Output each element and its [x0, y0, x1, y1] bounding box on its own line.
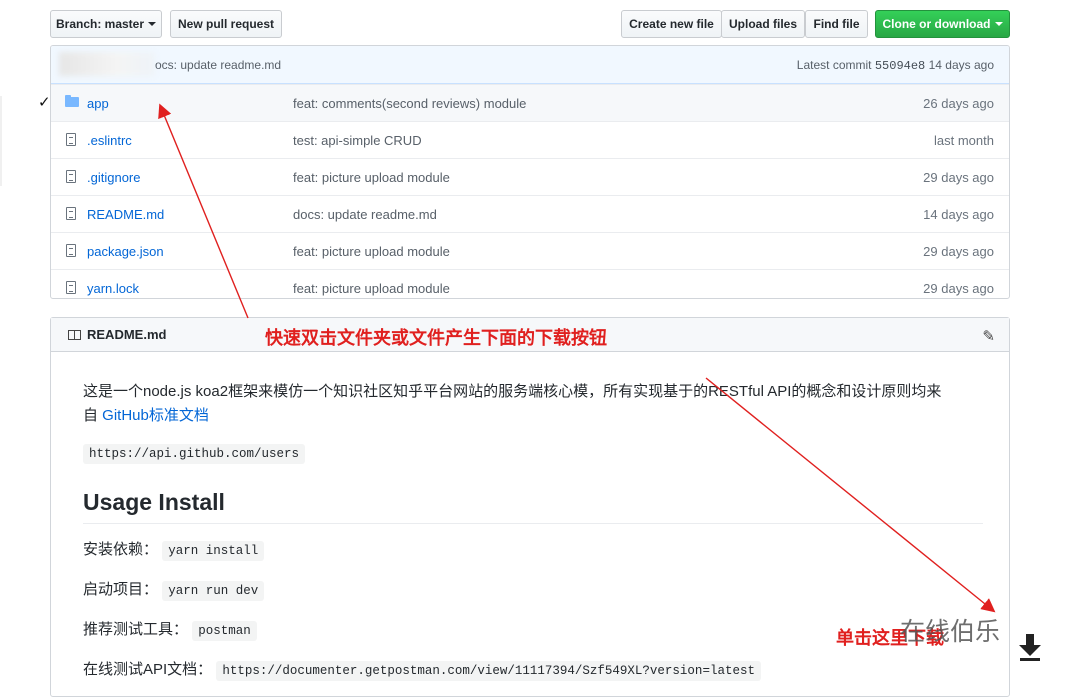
- file-name[interactable]: README.md: [87, 207, 164, 222]
- pencil-icon[interactable]: ✎: [982, 327, 995, 345]
- create-new-file-button[interactable]: Create new file: [621, 10, 722, 38]
- github-docs-link[interactable]: GitHub标准文档: [102, 407, 209, 424]
- file-icon: [66, 244, 76, 257]
- intro-paragraph: 这是一个node.js koa2框架来模仿一个知识社区知乎平台网站的服务端核心模…: [83, 380, 983, 428]
- latest-commit-bar: ocs: update readme.md Latest commit 5509…: [51, 46, 1009, 84]
- doc-line: 在线测试API文档： https://documenter.getpostman…: [83, 658, 983, 683]
- intro-prefix: 自: [83, 407, 103, 424]
- api-url-block: https://api.github.com/users: [83, 444, 983, 464]
- file-row[interactable]: yarn.lock feat: picture upload module 29…: [51, 269, 1009, 298]
- chevron-down-icon: [994, 22, 1003, 26]
- file-icon: [66, 170, 76, 183]
- usage-heading: Usage Install: [83, 489, 983, 524]
- file-name[interactable]: yarn.lock: [87, 281, 139, 296]
- file-commit-message[interactable]: feat: picture upload module: [293, 244, 450, 259]
- file-commit-message[interactable]: docs: update readme.md: [293, 207, 437, 222]
- commit-message[interactable]: ocs: update readme.md: [155, 58, 281, 72]
- install-line: 安装依赖： yarn install: [83, 538, 983, 563]
- latest-commit-prefix: Latest commit: [796, 58, 872, 72]
- file-table: ocs: update readme.md Latest commit 5509…: [50, 45, 1010, 299]
- file-age: 29 days ago: [923, 170, 994, 185]
- file-icon: [66, 133, 76, 146]
- api-url-code: https://api.github.com/users: [83, 444, 306, 464]
- file-row[interactable]: app feat: comments(second reviews) modul…: [51, 84, 1009, 121]
- file-name[interactable]: .gitignore: [87, 170, 140, 185]
- blurred-avatar: [59, 52, 155, 76]
- usage-heading-wrap: Usage Install: [83, 489, 983, 524]
- intro-text: 这是一个node.js koa2框架来模仿一个知识社区知乎平台网站的服务端核心模…: [83, 383, 942, 400]
- file-age: 26 days ago: [923, 96, 994, 111]
- file-icon: [66, 207, 76, 220]
- commit-sha[interactable]: 55094e8: [875, 59, 925, 73]
- start-line: 启动项目： yarn run dev: [83, 578, 983, 603]
- file-age: 14 days ago: [923, 207, 994, 222]
- tool-label: 推荐测试工具：: [83, 621, 189, 638]
- annotation-double-click: 快速双击文件夹或文件产生下面的下载按钮: [265, 328, 607, 349]
- watermark-text: 在线伯乐: [900, 617, 1001, 646]
- file-age: last month: [934, 133, 994, 148]
- doc-label: 在线测试API文档：: [83, 661, 213, 678]
- upload-files-button[interactable]: Upload files: [721, 10, 805, 38]
- doc-url[interactable]: https://documenter.getpostman.com/view/1…: [216, 661, 761, 681]
- file-commit-message[interactable]: test: api-simple CRUD: [293, 133, 422, 148]
- file-commit-message[interactable]: feat: picture upload module: [293, 281, 450, 296]
- find-file-button[interactable]: Find file: [805, 10, 868, 38]
- commit-age: 14 days ago: [928, 58, 994, 72]
- file-icon: [66, 281, 76, 294]
- file-name[interactable]: .eslintrc: [87, 133, 132, 148]
- chevron-down-icon: [148, 22, 157, 26]
- clone-or-download-button[interactable]: Clone or download: [875, 10, 1010, 38]
- start-command: yarn run dev: [162, 581, 265, 601]
- readme-title: README.md: [87, 327, 167, 342]
- file-commit-message[interactable]: feat: comments(second reviews) module: [293, 96, 526, 111]
- file-row[interactable]: package.json feat: picture upload module…: [51, 232, 1009, 269]
- checkmark-icon: ✓: [38, 94, 51, 111]
- file-name[interactable]: app: [87, 96, 109, 111]
- latest-commit-info: Latest commit 55094e8 14 days ago: [797, 58, 994, 73]
- file-age: 29 days ago: [923, 244, 994, 259]
- file-age: 29 days ago: [923, 281, 994, 296]
- file-row[interactable]: README.md docs: update readme.md 14 days…: [51, 195, 1009, 232]
- branch-select-button[interactable]: Branch: master: [50, 10, 162, 38]
- download-arrow-icon[interactable]: [1017, 632, 1043, 662]
- tool-value: postman: [192, 621, 257, 641]
- folder-icon: [65, 95, 79, 107]
- readme-header: README.md 快速双击文件夹或文件产生下面的下载按钮 ✎: [51, 318, 1009, 352]
- clone-label: Clone or download: [882, 17, 991, 31]
- install-label: 安装依赖：: [83, 541, 159, 558]
- start-label: 启动项目：: [83, 581, 159, 598]
- file-row[interactable]: .eslintrc test: api-simple CRUD last mon…: [51, 121, 1009, 158]
- file-commit-message[interactable]: feat: picture upload module: [293, 170, 450, 185]
- book-icon: [68, 330, 81, 340]
- edge-artifact: [0, 96, 2, 186]
- file-row[interactable]: .gitignore feat: picture upload module 2…: [51, 158, 1009, 195]
- branch-label: Branch: master: [55, 17, 145, 31]
- install-command: yarn install: [162, 541, 265, 561]
- new-pull-request-button[interactable]: New pull request: [170, 10, 282, 38]
- file-name[interactable]: package.json: [87, 244, 164, 259]
